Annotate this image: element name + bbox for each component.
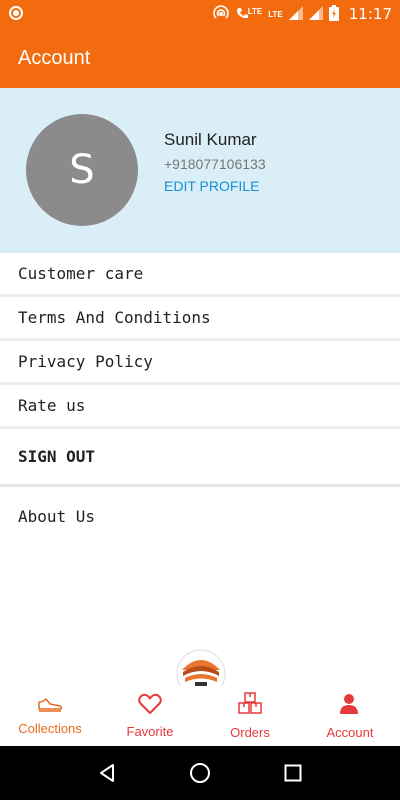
mascot-icon[interactable]	[176, 648, 226, 688]
avatar: S	[26, 114, 138, 226]
nav-label: Collections	[18, 721, 82, 736]
account-menu: Customer care Terms And Conditions Priva…	[0, 253, 400, 545]
profile-phone: +918077106133	[164, 156, 266, 172]
system-nav-bar	[0, 746, 400, 800]
signal-icon	[308, 5, 323, 23]
edit-profile-link[interactable]: EDIT PROFILE	[164, 178, 259, 194]
back-icon[interactable]	[95, 761, 119, 785]
hotspot-icon	[212, 4, 230, 24]
nav-label: Orders	[230, 725, 270, 740]
menu-item-terms[interactable]: Terms And Conditions	[0, 297, 400, 341]
menu-item-privacy-policy[interactable]: Privacy Policy	[0, 341, 400, 385]
network-label: LTE	[268, 9, 283, 19]
menu-item-rate-us[interactable]: Rate us	[0, 385, 400, 429]
menu-item-customer-care[interactable]: Customer care	[0, 253, 400, 297]
status-right: LTE LTE 11:17	[212, 4, 392, 24]
heart-icon	[138, 693, 162, 720]
nav-item-favorite[interactable]: Favorite	[100, 686, 200, 746]
boxes-icon	[237, 692, 263, 721]
sign-out-button[interactable]: SIGN OUT	[0, 429, 400, 487]
call-icon: LTE	[236, 7, 263, 21]
status-bar: LTE LTE 11:17	[0, 0, 400, 28]
profile-header: S Sunil Kumar +918077106133 EDIT PROFILE	[0, 88, 400, 253]
battery-icon	[328, 4, 339, 24]
nav-item-collections[interactable]: Collections	[0, 686, 100, 746]
nav-label: Favorite	[126, 724, 174, 739]
bottom-nav: Collections Favorite Orders Account	[0, 686, 400, 746]
shoe-icon	[37, 696, 63, 717]
recents-icon[interactable]	[281, 761, 305, 785]
nav-label: Account	[326, 725, 374, 740]
nav-item-orders[interactable]: Orders	[200, 686, 300, 746]
page-title: Account	[18, 46, 91, 69]
app-bar: Account	[0, 28, 400, 88]
signal-icon	[288, 5, 303, 23]
notification-icon	[8, 5, 24, 24]
menu-item-about-us[interactable]: About Us	[0, 487, 400, 545]
profile-name: Sunil Kumar	[164, 130, 257, 149]
network-label: LTE	[247, 7, 263, 16]
user-icon	[338, 692, 362, 721]
nav-item-account[interactable]: Account	[300, 686, 400, 746]
status-left	[8, 5, 24, 24]
status-time: 11:17	[348, 5, 392, 23]
home-icon[interactable]	[188, 761, 212, 785]
